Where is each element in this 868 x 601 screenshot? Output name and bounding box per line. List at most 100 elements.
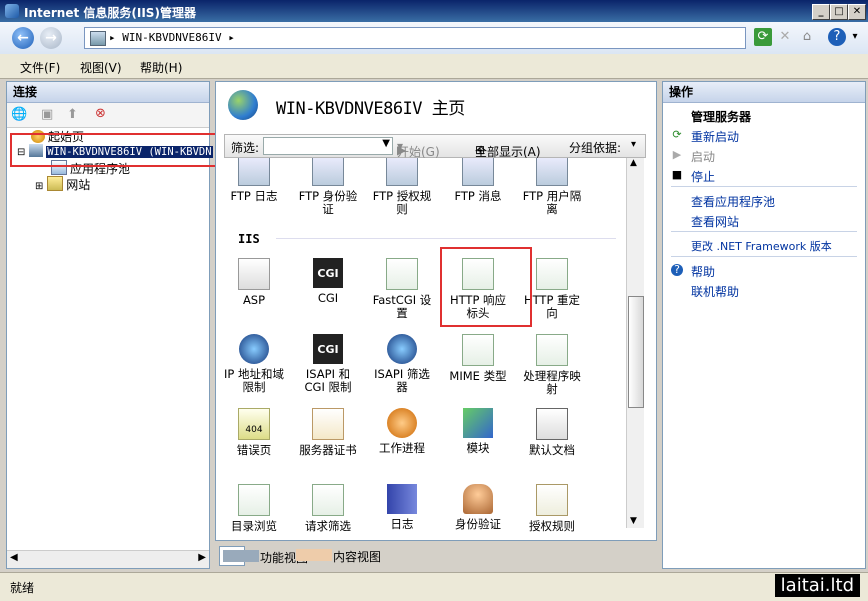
close-button[interactable]: ✕: [848, 4, 866, 20]
connections-header: 连接: [7, 82, 209, 103]
minimize-button[interactable]: _: [812, 4, 830, 20]
chevron-down-icon[interactable]: ▼: [382, 138, 390, 149]
feature-iis-0-label: ASP: [242, 293, 266, 307]
stop-link[interactable]: 停止: [691, 168, 715, 185]
feature-iis-0[interactable]: ASP: [224, 258, 284, 307]
help-icon[interactable]: ?: [828, 28, 846, 46]
feature-iis-17-icon: [387, 484, 417, 514]
expand-icon[interactable]: ⊞: [35, 181, 43, 192]
feature-ftp-1[interactable]: FTP 身份验证: [298, 154, 358, 216]
connect-icon[interactable]: 🌐: [11, 107, 27, 122]
home-icon[interactable]: ⌂: [798, 28, 816, 46]
feature-iis-6[interactable]: CGI ISAPI 和 CGI 限制: [298, 334, 358, 394]
chevron-down-icon[interactable]: ▾: [846, 28, 864, 46]
feature-iis-18-label: 身份验证: [455, 517, 501, 531]
feature-iis-13-icon: [463, 408, 493, 438]
stop-icon: ■: [671, 168, 683, 181]
vertical-scrollbar[interactable]: ▲ ▼: [626, 156, 644, 528]
breadcrumb[interactable]: ▸ WIN-KBVDNVE86IV ▸: [109, 31, 235, 44]
maximize-button[interactable]: □: [830, 4, 848, 20]
feature-iis-8-label: MIME 类型: [449, 369, 507, 383]
feature-iis-9-icon: [536, 334, 568, 366]
save-icon[interactable]: ▣: [41, 107, 53, 122]
feature-iis-19-icon: [536, 484, 568, 516]
feature-iis-1[interactable]: CGI CGI: [298, 258, 358, 305]
view-sites-link[interactable]: 查看网站: [691, 213, 739, 230]
feature-iis-19[interactable]: 授权规则: [522, 484, 582, 533]
breadcrumb-server[interactable]: WIN-KBVDNVE86IV: [122, 31, 221, 44]
show-all-label: 全部显示(A): [475, 145, 541, 159]
highlight-box-server: [10, 133, 220, 167]
feature-iis-8[interactable]: MIME 类型: [448, 334, 508, 383]
feature-iis-15[interactable]: 目录浏览: [224, 484, 284, 533]
folder-icon: [47, 176, 64, 191]
stop-icon[interactable]: ✕: [776, 28, 794, 46]
up-icon[interactable]: ⬆: [67, 107, 78, 122]
window-title: Internet 信息服务(IIS)管理器: [24, 6, 196, 20]
feature-iis-7[interactable]: ISAPI 筛选器: [372, 334, 432, 394]
features-pane: WIN-KBVDNVE86IV 主页 筛选: ▼ ▶ 开始(G) ▾ ⊞ 全部显示…: [215, 81, 657, 541]
connections-toolbar: 🌐 ▣ ⬆ ⊗: [7, 103, 209, 128]
feature-iis-2-icon: [386, 258, 418, 290]
restart-link[interactable]: 重新启动: [691, 128, 739, 145]
start-link[interactable]: 启动: [691, 148, 715, 165]
back-button[interactable]: ←: [12, 27, 34, 49]
filter-input[interactable]: ▼: [263, 137, 393, 155]
forward-button[interactable]: →: [40, 27, 62, 49]
tab-features-view[interactable]: 功能视图: [219, 546, 308, 566]
tab-content-view[interactable]: 内容视图: [293, 546, 381, 564]
menu-view[interactable]: 视图(V): [80, 59, 122, 76]
group-by-dropdown-icon[interactable]: ▾: [631, 139, 636, 150]
scroll-right-icon[interactable]: ▶: [198, 552, 206, 563]
breadcrumb-arrow-end[interactable]: ▸: [228, 31, 235, 44]
feature-ftp-3[interactable]: FTP 消息: [448, 154, 508, 203]
feature-iis-15-icon: [238, 484, 270, 516]
iis-app-icon: [5, 4, 19, 18]
refresh-icon[interactable]: ⟳: [754, 28, 772, 46]
feature-iis-16[interactable]: 请求筛选: [298, 484, 358, 533]
address-bar[interactable]: ▸ WIN-KBVDNVE86IV ▸: [84, 27, 746, 49]
feature-iis-5[interactable]: IP 地址和域限制: [224, 334, 284, 394]
tree-item-sites[interactable]: ⊞ 网站: [35, 176, 90, 193]
feature-iis-2[interactable]: FastCGI 设置: [372, 258, 432, 320]
change-framework-link[interactable]: 更改 .NET Framework 版本: [691, 238, 832, 254]
feature-iis-8-icon: [462, 334, 494, 366]
scroll-up-icon[interactable]: ▲: [630, 158, 637, 168]
group-by-label: 分组依据:: [569, 141, 622, 155]
separator: [671, 256, 857, 257]
feature-iis-6-label: ISAPI 和 CGI 限制: [304, 367, 352, 394]
page-title: WIN-KBVDNVE86IV 主页: [276, 99, 465, 119]
start-icon: ▶: [672, 148, 682, 161]
feature-iis-9-label: 处理程序映射: [523, 369, 581, 396]
start-filter-button[interactable]: ▶ 开始(G) ▾: [397, 139, 440, 159]
feature-ftp-2[interactable]: FTP 授权规则: [372, 154, 432, 216]
horizontal-scrollbar[interactable]: ◀ ▶: [7, 550, 209, 568]
menu-help[interactable]: 帮助(H): [140, 59, 182, 76]
feature-iis-15-label: 目录浏览: [231, 519, 277, 533]
title-bar: Internet 信息服务(IIS)管理器 _ □ ✕: [0, 0, 868, 22]
feature-iis-18[interactable]: 身份验证: [448, 484, 508, 531]
feature-iis-17[interactable]: 日志: [372, 484, 432, 531]
menu-file[interactable]: 文件(F): [20, 59, 60, 76]
help-link[interactable]: 帮助: [691, 263, 715, 280]
feature-iis-11[interactable]: 服务器证书: [298, 408, 358, 457]
feature-iis-9[interactable]: 处理程序映射: [522, 334, 582, 396]
feature-iis-13[interactable]: 模块: [448, 408, 508, 455]
scroll-left-icon[interactable]: ◀: [10, 552, 18, 563]
online-help-link[interactable]: 联机帮助: [691, 283, 739, 300]
feature-iis-14[interactable]: 默认文档: [522, 408, 582, 457]
separator: [671, 186, 857, 187]
view-app-pools-link[interactable]: 查看应用程序池: [691, 193, 775, 210]
manage-server-heading: 管理服务器: [691, 110, 752, 124]
feature-iis-10[interactable]: 404 错误页: [224, 408, 284, 457]
feature-iis-0-icon: [238, 258, 270, 290]
scroll-down-icon[interactable]: ▼: [630, 516, 637, 526]
feature-ftp-0[interactable]: FTP 日志: [224, 154, 284, 203]
feature-iis-12[interactable]: 工作进程: [372, 408, 432, 455]
menu-bar: 文件(F) 视图(V) 帮助(H): [0, 54, 868, 79]
feature-ftp-4[interactable]: FTP 用户隔离: [522, 154, 582, 216]
feature-iis-2-label: FastCGI 设置: [372, 293, 432, 320]
actions-pane: 操作 管理服务器 ⟳ 重新启动 ▶ 启动 ■ 停止 查看应用程序池 查看网站 更…: [662, 81, 866, 569]
scroll-thumb[interactable]: [628, 296, 644, 408]
delete-connection-icon[interactable]: ⊗: [95, 106, 106, 121]
